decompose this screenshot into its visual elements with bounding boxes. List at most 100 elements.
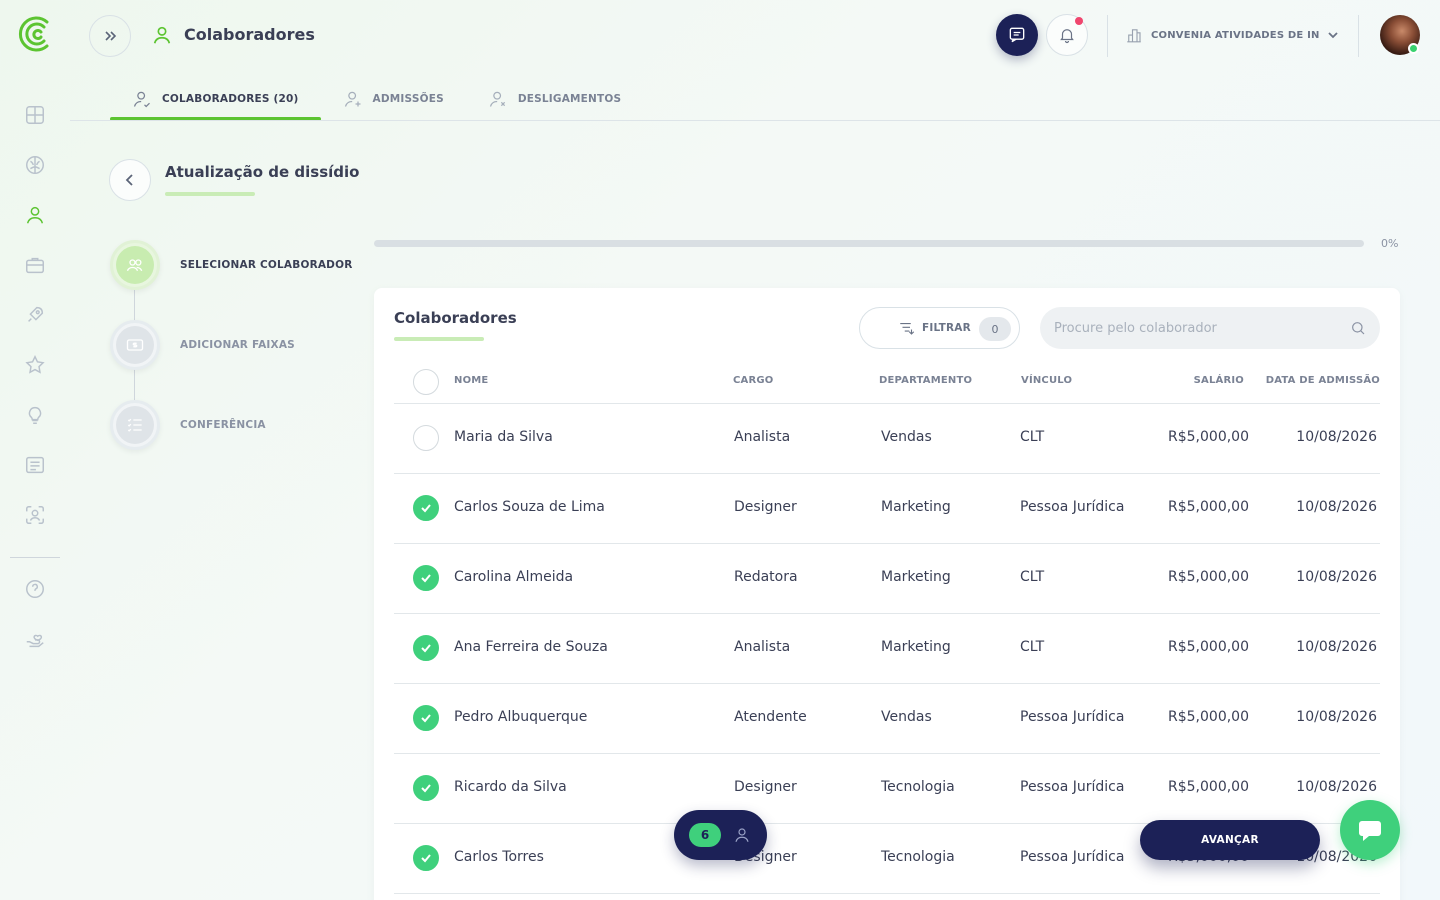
row-checkbox[interactable] bbox=[413, 565, 439, 591]
double-chevron-right-icon bbox=[105, 31, 117, 41]
card-title: Colaboradores bbox=[394, 309, 517, 327]
briefcase-icon[interactable] bbox=[22, 252, 48, 278]
building-icon bbox=[1127, 29, 1141, 43]
chevron-down-icon bbox=[1328, 32, 1338, 39]
search-field[interactable] bbox=[1040, 307, 1380, 349]
table-row[interactable]: Maria da Silva Analista Vendas CLT R$5,000,0… bbox=[394, 404, 1380, 474]
step-add-ranges[interactable] bbox=[110, 320, 160, 370]
cell-vinculo: Pessoa Jurídica bbox=[1020, 499, 1125, 515]
table-row[interactable]: Pedro Albuquerque Atendente Vendas Pessoa J… bbox=[394, 684, 1380, 754]
row-checkbox[interactable] bbox=[413, 705, 439, 731]
table-header: NOME CARGO DEPARTAMENTO VÍNCULO SALÁRIO … bbox=[394, 360, 1380, 404]
table-row[interactable]: Carolina Almeida Redatora Marketing CLT R$5,… bbox=[394, 544, 1380, 614]
cell-data-admissao: 10/08/2026 bbox=[1296, 569, 1377, 585]
cell-nome: Ricardo da Silva bbox=[454, 779, 567, 795]
check-icon bbox=[421, 504, 431, 513]
tab-admissoes[interactable]: ADMISSÕES bbox=[321, 78, 466, 120]
cell-departamento: Marketing bbox=[881, 639, 951, 655]
dashboard-icon[interactable] bbox=[22, 102, 48, 128]
check-icon bbox=[421, 644, 431, 653]
selected-employees-pill[interactable]: 6 bbox=[674, 810, 767, 860]
row-checkbox[interactable] bbox=[413, 635, 439, 661]
chat-icon bbox=[1009, 27, 1025, 43]
row-checkbox[interactable] bbox=[413, 425, 439, 451]
checklist-icon bbox=[127, 418, 142, 432]
column-header-salario[interactable]: SALÁRIO bbox=[1194, 375, 1244, 386]
check-icon bbox=[421, 784, 431, 793]
sidebar bbox=[0, 0, 70, 900]
cell-cargo: Designer bbox=[734, 499, 797, 515]
advance-button[interactable]: AVANÇAR bbox=[1140, 820, 1320, 860]
table-row[interactable]: Ana Ferreira de Souza Analista Marketing CL… bbox=[394, 614, 1380, 684]
employees-card: Colaboradores FILTRAR 0 NOME CARGO DEPAR… bbox=[374, 288, 1400, 900]
cell-data-admissao: 10/08/2026 bbox=[1296, 639, 1377, 655]
tab-colaboradores[interactable]: COLABORADORES (20) bbox=[110, 78, 321, 121]
user-icon[interactable] bbox=[22, 202, 48, 228]
header-divider bbox=[1358, 15, 1359, 57]
cell-nome: Ana Ferreira de Souza bbox=[454, 639, 608, 655]
row-checkbox[interactable] bbox=[413, 495, 439, 521]
table-row[interactable]: Ricardo da Silva Designer Tecnologia Pessoa… bbox=[394, 754, 1380, 824]
notification-badge bbox=[1075, 17, 1083, 25]
section-title-underline bbox=[165, 192, 255, 196]
cell-data-admissao: 10/08/2026 bbox=[1296, 779, 1377, 795]
convenia-logo[interactable] bbox=[17, 14, 55, 54]
help-icon[interactable] bbox=[22, 576, 48, 602]
cell-departamento: Marketing bbox=[881, 569, 951, 585]
row-checkbox[interactable] bbox=[413, 775, 439, 801]
online-status-indicator bbox=[1408, 43, 1419, 54]
cell-departamento: Vendas bbox=[881, 709, 932, 725]
step-select-employee[interactable] bbox=[110, 240, 160, 290]
chat-bubble-icon bbox=[1359, 821, 1381, 841]
column-header-nome[interactable]: NOME bbox=[454, 375, 488, 386]
hand-heart-icon[interactable] bbox=[22, 626, 48, 652]
select-all-checkbox[interactable] bbox=[413, 369, 439, 395]
column-header-cargo[interactable]: CARGO bbox=[733, 375, 774, 386]
filter-button[interactable]: FILTRAR 0 bbox=[859, 307, 1020, 349]
cell-departamento: Vendas bbox=[881, 429, 932, 445]
step-review[interactable] bbox=[110, 400, 160, 450]
search-input[interactable] bbox=[1054, 320, 1350, 336]
brain-icon[interactable] bbox=[22, 152, 48, 178]
search-icon[interactable] bbox=[1350, 320, 1366, 336]
report-icon[interactable] bbox=[22, 452, 48, 478]
company-selector[interactable]: CONVENIA ATIVIDADES DE IN... bbox=[1125, 24, 1339, 46]
notifications-button[interactable] bbox=[1046, 14, 1088, 56]
cell-nome: Carlos Torres bbox=[454, 849, 544, 865]
cell-data-admissao: 10/08/2026 bbox=[1296, 709, 1377, 725]
row-checkbox[interactable] bbox=[413, 845, 439, 871]
cell-cargo: Analista bbox=[734, 429, 791, 445]
tab-bar: COLABORADORES (20) ADMISSÕES DESLIGAMENT… bbox=[110, 78, 643, 121]
tabs-divider bbox=[70, 120, 1440, 121]
sidebar-divider bbox=[10, 557, 60, 558]
filter-count-badge: 0 bbox=[979, 317, 1011, 341]
lightbulb-icon[interactable] bbox=[22, 402, 48, 428]
column-header-vinculo[interactable]: VÍNCULO bbox=[1021, 375, 1072, 386]
check-icon bbox=[421, 854, 431, 863]
header-divider bbox=[1107, 15, 1108, 57]
check-icon bbox=[421, 714, 431, 723]
tab-desligamentos[interactable]: DESLIGAMENTOS bbox=[466, 78, 643, 120]
cell-nome: Carlos Souza de Lima bbox=[454, 499, 605, 515]
tab-label: COLABORADORES (20) bbox=[162, 93, 299, 105]
column-header-data-admissao[interactable]: DATA DE ADMISSÃO bbox=[1266, 375, 1380, 386]
check-icon bbox=[421, 574, 431, 583]
cell-vinculo: Pessoa Jurídica bbox=[1020, 709, 1125, 725]
page-title: Colaboradores bbox=[184, 25, 315, 44]
messages-button[interactable] bbox=[996, 14, 1038, 56]
table-row[interactable]: Carlos Souza de Lima Designer Marketing Pes… bbox=[394, 474, 1380, 544]
support-chat-button[interactable] bbox=[1340, 800, 1400, 860]
money-icon bbox=[126, 339, 144, 351]
back-button[interactable] bbox=[109, 159, 151, 201]
cell-salario: R$5,000,00 bbox=[1168, 499, 1249, 515]
cell-data-admissao: 10/08/2026 bbox=[1296, 429, 1377, 445]
column-header-departamento[interactable]: DEPARTAMENTO bbox=[879, 375, 972, 386]
cell-cargo: Atendente bbox=[734, 709, 807, 725]
progress-percent: 0% bbox=[1381, 237, 1399, 250]
star-icon[interactable] bbox=[22, 352, 48, 378]
chevron-left-icon bbox=[125, 174, 133, 186]
face-scan-icon[interactable] bbox=[22, 502, 48, 528]
expand-sidebar-button[interactable] bbox=[89, 15, 131, 57]
rocket-icon[interactable] bbox=[22, 302, 48, 328]
cell-departamento: Tecnologia bbox=[881, 779, 955, 795]
